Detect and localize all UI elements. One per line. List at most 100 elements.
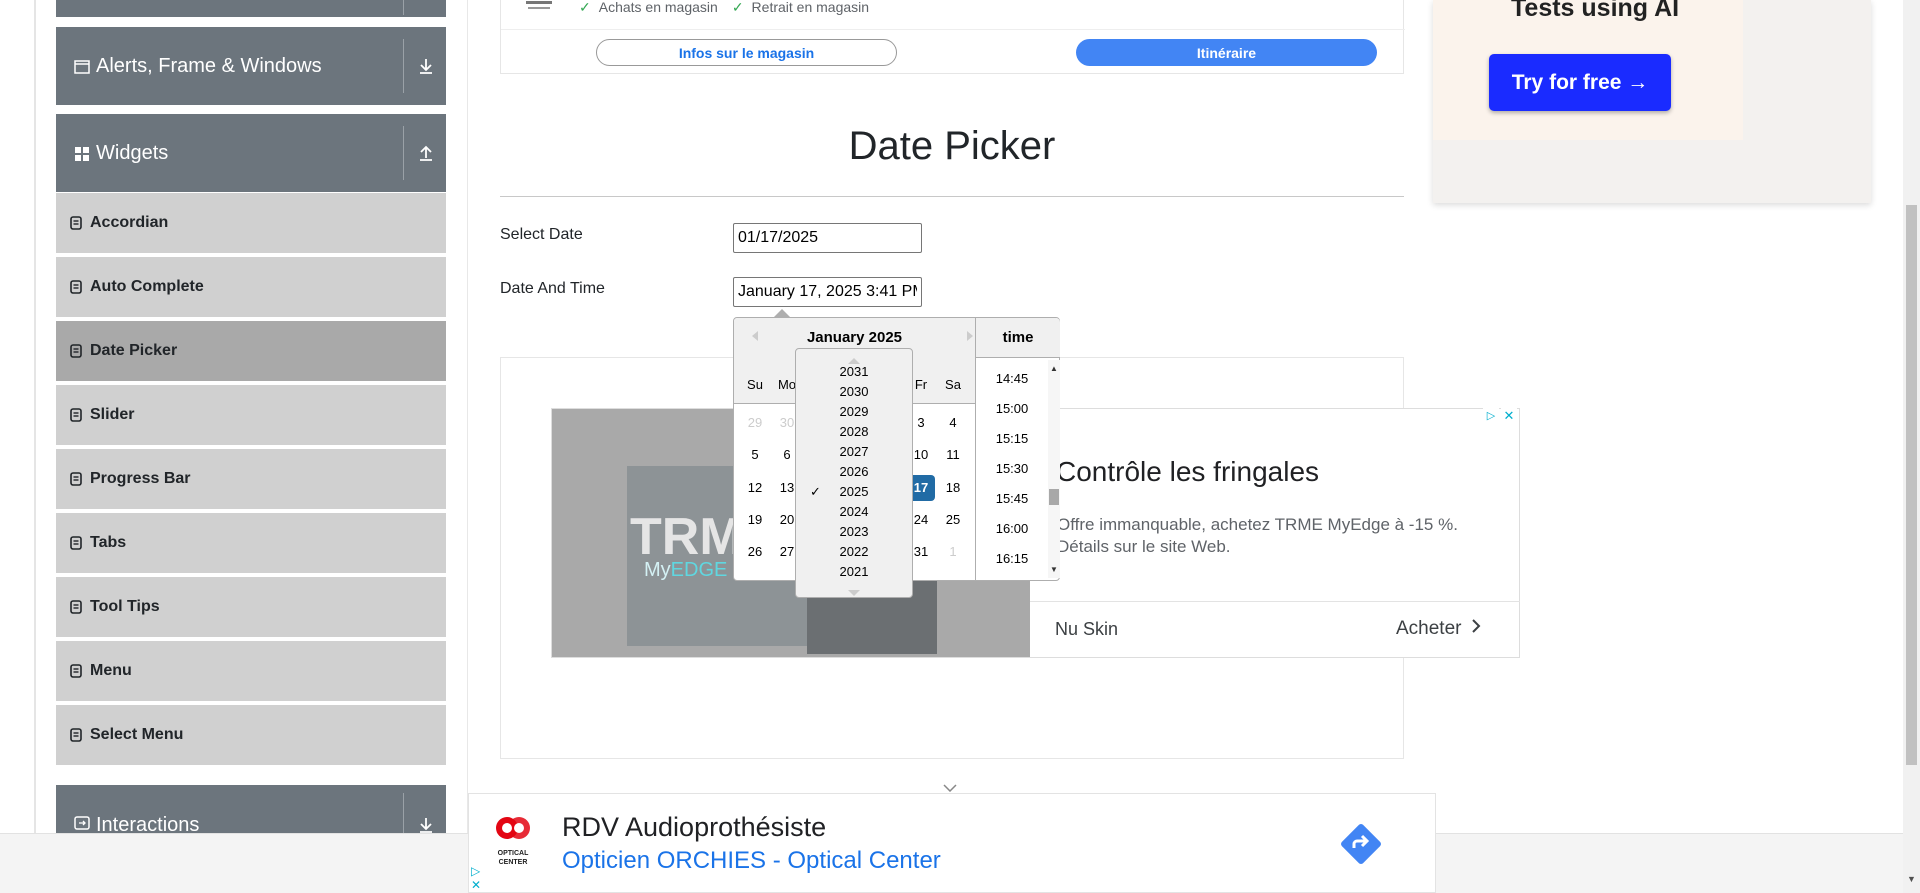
time-option[interactable]: 16:00 [976, 521, 1048, 536]
scroll-up-icon[interactable]: ▲ [1050, 364, 1058, 373]
calendar-day[interactable]: 12 [741, 475, 769, 501]
calendar-day[interactable]: 19 [741, 507, 769, 533]
year-option[interactable]: 2024 [796, 504, 912, 519]
scroll-down-icon[interactable]: ▼ [1907, 874, 1916, 884]
weekday-label: Su [747, 377, 763, 392]
calendar-day[interactable]: 11 [939, 442, 967, 468]
check-icon: ✓ [579, 0, 591, 15]
product-line-edge: EDGE [670, 559, 728, 581]
sidebar-item-label: Tool Tips [90, 598, 160, 615]
store-ad[interactable]: ✓ Achats en magasin ✓ Retrait en magasin… [500, 0, 1405, 74]
popup-pointer [774, 309, 790, 317]
year-option[interactable]: 2023 [796, 524, 912, 539]
bottom-ad-subtitle[interactable]: Opticien ORCHIES - Optical Center [562, 847, 941, 875]
year-option[interactable]: 2030 [796, 384, 912, 399]
upload-arrow-icon[interactable] [416, 143, 436, 163]
side-ad-headline: Tests using AI [1511, 0, 1680, 22]
calendar-day[interactable]: 25 [939, 507, 967, 533]
optical-center-logo: OPTICAL CENTER [491, 814, 535, 870]
sidebar-item-slider[interactable]: Slider [56, 385, 446, 447]
store-info-button[interactable]: Infos sur le magasin [596, 39, 897, 66]
menu-item-icon [70, 664, 82, 678]
year-option[interactable]: 2026 [796, 464, 912, 479]
download-arrow-icon[interactable] [416, 815, 436, 835]
inline-ad-cta[interactable]: Acheter [1396, 618, 1481, 640]
time-option[interactable]: 14:45 [976, 371, 1048, 386]
calendar-day[interactable]: 29 [741, 410, 769, 436]
year-option[interactable]: 2028 [796, 424, 912, 439]
side-ad[interactable]: Tests using AI Try for free → [1433, 0, 1871, 203]
interactions-icon [74, 814, 90, 830]
select-date-input[interactable] [733, 223, 922, 253]
calendar-day[interactable]: 1 [939, 539, 967, 565]
time-option[interactable]: 16:15 [976, 551, 1048, 566]
time-option[interactable]: 15:30 [976, 461, 1048, 476]
inline-ad-body: Offre immanquable, achetez TRME MyEdge à… [1057, 515, 1458, 556]
time-scrollbar[interactable]: ▲ ▼ [1048, 360, 1060, 578]
year-option[interactable]: 2021 [796, 564, 912, 579]
feature-instore: Achats en magasin [598, 0, 718, 15]
sidebar-item-accordian[interactable]: Accordian [56, 193, 446, 255]
year-option[interactable]: 2027 [796, 444, 912, 459]
download-arrow-icon[interactable] [416, 56, 436, 76]
year-down-arrow-icon[interactable] [847, 584, 861, 602]
time-option[interactable]: 15:15 [976, 431, 1048, 446]
time-scroll-thumb[interactable] [1049, 489, 1059, 505]
next-month-icon[interactable] [965, 330, 975, 345]
logo-text-line-1: OPTICAL [497, 850, 529, 857]
bottom-ad[interactable]: OPTICAL CENTER RDV Audioprothésiste Opti… [468, 793, 1436, 893]
menu-item-icon [70, 728, 82, 742]
product-line-my: My [644, 559, 671, 581]
sidebar-item-label: Select Menu [90, 726, 184, 743]
directions-icon[interactable] [1337, 820, 1385, 868]
menu-item-icon [70, 344, 82, 358]
ad-info-icon[interactable]: ▷ [1483, 408, 1499, 424]
page-scroll-thumb[interactable] [1906, 205, 1917, 765]
calendar-day[interactable]: 18 [939, 475, 967, 501]
group-label-widgets: Widgets [96, 141, 169, 164]
time-option[interactable]: 15:45 [976, 491, 1048, 506]
sidebar-item-menu[interactable]: Menu [56, 641, 446, 703]
ad-close-icon[interactable]: ✕ [1501, 408, 1517, 424]
time-option[interactable]: 15:00 [976, 401, 1048, 416]
year-option-selected[interactable]: 2025 [796, 484, 912, 499]
sidebar-separator [467, 0, 468, 833]
calendar-day[interactable]: 4 [939, 410, 967, 436]
sidebar-item-auto-complete[interactable]: Auto Complete [56, 257, 446, 319]
sidebar-item-select-menu[interactable]: Select Menu [56, 705, 446, 767]
optical-center-mini-logo [524, 0, 554, 13]
sidebar-item-label: Tabs [90, 534, 127, 551]
ad-choices[interactable]: ▷ ✕ [1483, 408, 1519, 425]
date-time-input[interactable] [733, 277, 922, 307]
group-header-alerts[interactable]: Alerts, Frame & Windows [56, 27, 446, 105]
year-dropdown[interactable]: 2031 2030 2029 2028 2027 2026 ✓ 2025 202… [795, 348, 913, 598]
calendar-day[interactable]: 5 [741, 442, 769, 468]
sidebar-item-progress-bar[interactable]: Progress Bar [56, 449, 446, 511]
sidebar-item-label: Auto Complete [90, 278, 204, 295]
time-list[interactable]: time 14:45 15:00 15:15 15:30 15:45 16:00… [975, 318, 1060, 580]
bottom-ad-title: RDV Audioprothésiste [562, 812, 827, 842]
group-header-widgets[interactable]: Widgets [56, 114, 446, 192]
scroll-down-icon[interactable]: ▼ [1050, 565, 1058, 574]
sidebar-item-date-picker[interactable]: Date Picker [56, 321, 446, 383]
time-header: time [976, 318, 1060, 358]
window-icon [74, 58, 90, 74]
page-title: Date Picker [848, 124, 1056, 168]
menu-item-icon [70, 280, 82, 294]
menu-item-icon [70, 536, 82, 550]
group-header-elements[interactable] [56, 0, 446, 17]
menu-item-icon [70, 408, 82, 422]
try-for-free-button[interactable]: Try for free → [1489, 54, 1671, 111]
year-option[interactable]: 2031 [796, 364, 912, 379]
datepicker-month-label[interactable]: January 2025 [734, 329, 975, 346]
calendar-day[interactable]: 26 [741, 539, 769, 565]
sidebar-item-tool-tips[interactable]: Tool Tips [56, 577, 446, 639]
year-option[interactable]: 2022 [796, 544, 912, 559]
year-option[interactable]: 2029 [796, 404, 912, 419]
check-icon: ✓ [731, 0, 744, 15]
sidebar-item-tabs[interactable]: Tabs [56, 513, 446, 575]
directions-button[interactable]: Itinéraire [1076, 39, 1377, 66]
ad-close-icon[interactable]: ✕ [471, 878, 481, 892]
ad-info-icon[interactable]: ▷ [471, 864, 480, 878]
sidebar-item-label: Slider [90, 406, 135, 423]
